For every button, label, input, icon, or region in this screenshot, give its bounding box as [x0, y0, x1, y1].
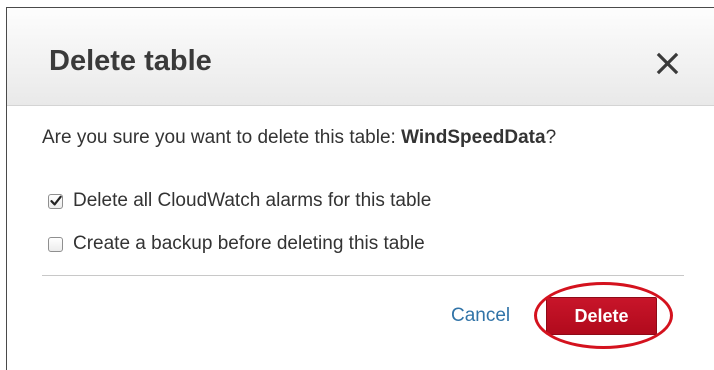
delete-button[interactable]: Delete [546, 297, 657, 335]
table-name: WindSpeedData [401, 127, 546, 148]
create-backup-label: Create a backup before deleting this tab… [73, 233, 425, 254]
question-suffix: ? [545, 127, 557, 148]
dialog-header: Delete table [7, 8, 714, 106]
confirmation-question: Are you sure you want to delete this tab… [42, 126, 556, 150]
create-backup-checkbox[interactable] [48, 236, 63, 252]
close-button[interactable] [653, 49, 683, 79]
close-icon [656, 52, 679, 75]
delete-alarms-checkbox[interactable] [48, 193, 63, 209]
delete-alarms-label: Delete all CloudWatch alarms for this ta… [73, 190, 432, 211]
dialog-title: Delete table [49, 45, 212, 77]
cancel-button[interactable]: Cancel [451, 304, 510, 328]
create-backup-option[interactable]: Create a backup before deleting this tab… [48, 232, 425, 256]
footer-divider [42, 275, 684, 276]
checkmark-icon [50, 195, 62, 205]
delete-alarms-option[interactable]: Delete all CloudWatch alarms for this ta… [48, 189, 431, 213]
question-prefix: Are you sure you want to delete this tab… [42, 127, 402, 148]
